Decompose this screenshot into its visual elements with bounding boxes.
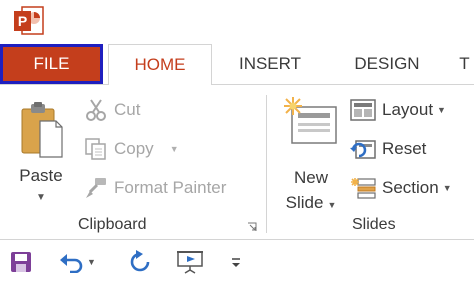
format-painter-icon	[86, 178, 106, 198]
new-slide-label: New	[293, 168, 328, 187]
chevron-down-icon[interactable]: ▼	[437, 105, 446, 115]
cut-button[interactable]: Cut	[84, 97, 140, 123]
chevron-down-icon[interactable]: ▼	[443, 183, 452, 193]
undo-icon	[60, 254, 83, 273]
cut-icon	[86, 99, 106, 121]
format-painter-label: Format Painter	[114, 178, 227, 197]
reset-icon	[350, 140, 376, 159]
tab-home[interactable]: HOME	[108, 44, 212, 85]
reset-button[interactable]: Reset	[350, 136, 426, 162]
ribbon-tabs: FILE HOME INSERT DESIGN T	[0, 44, 474, 85]
chevron-down-icon[interactable]: ▼	[36, 192, 46, 203]
svg-text:P: P	[18, 13, 27, 29]
powerpoint-logo-icon: P	[14, 6, 44, 35]
chevron-down-icon[interactable]: ▼	[87, 257, 96, 267]
copy-button[interactable]: Copy ▼	[84, 136, 179, 162]
paste-button[interactable]: Paste ▼	[10, 95, 72, 210]
clipboard-group-label: Clipboard	[78, 216, 147, 233]
tab-transitions-partial[interactable]: T	[455, 44, 474, 84]
paste-icon	[21, 102, 63, 158]
copy-icon	[85, 138, 106, 160]
section-button[interactable]: Section ▼	[350, 175, 452, 201]
new-slide-label-word: Slide	[285, 193, 324, 212]
redo-button[interactable]	[128, 250, 152, 274]
undo-button[interactable]: ▼	[60, 250, 96, 274]
tab-design[interactable]: DESIGN	[340, 44, 434, 84]
save-icon	[11, 252, 31, 272]
new-slide-button[interactable]: New Slide ▼	[278, 95, 344, 215]
reset-label: Reset	[382, 139, 427, 158]
format-painter-button[interactable]: Format Painter	[84, 175, 226, 201]
tab-file[interactable]: FILE	[0, 44, 103, 84]
redo-icon	[130, 250, 150, 272]
save-button[interactable]	[10, 250, 32, 274]
start-slideshow-button[interactable]	[176, 250, 204, 274]
copy-label: Copy	[114, 139, 154, 158]
title-bar: P	[0, 0, 474, 44]
slides-group-label: Slides	[352, 216, 396, 233]
layout-label: Layout	[382, 100, 434, 119]
layout-icon	[350, 99, 376, 121]
section-label: Section	[382, 178, 439, 197]
chevron-down-icon[interactable]: ▼	[327, 200, 336, 210]
dialog-launcher-icon[interactable]	[247, 222, 257, 232]
customize-icon	[232, 258, 240, 267]
group-divider	[266, 95, 267, 233]
tab-insert[interactable]: INSERT	[228, 44, 312, 84]
cut-label: Cut	[114, 100, 141, 119]
paste-label: Paste	[19, 166, 63, 185]
ribbon-panel: Paste ▼ Cut Copy ▼ Format Painter Clipbo…	[0, 84, 474, 240]
layout-button[interactable]: Layout ▼	[350, 97, 446, 123]
section-icon	[351, 178, 376, 199]
new-slide-label-line2: Slide ▼	[278, 193, 344, 213]
present-icon	[177, 251, 203, 274]
new-slide-icon	[284, 97, 337, 144]
chevron-down-icon[interactable]: ▼	[170, 144, 179, 154]
quick-access-toolbar: ▼	[0, 241, 474, 283]
customize-toolbar-button[interactable]	[230, 250, 242, 274]
